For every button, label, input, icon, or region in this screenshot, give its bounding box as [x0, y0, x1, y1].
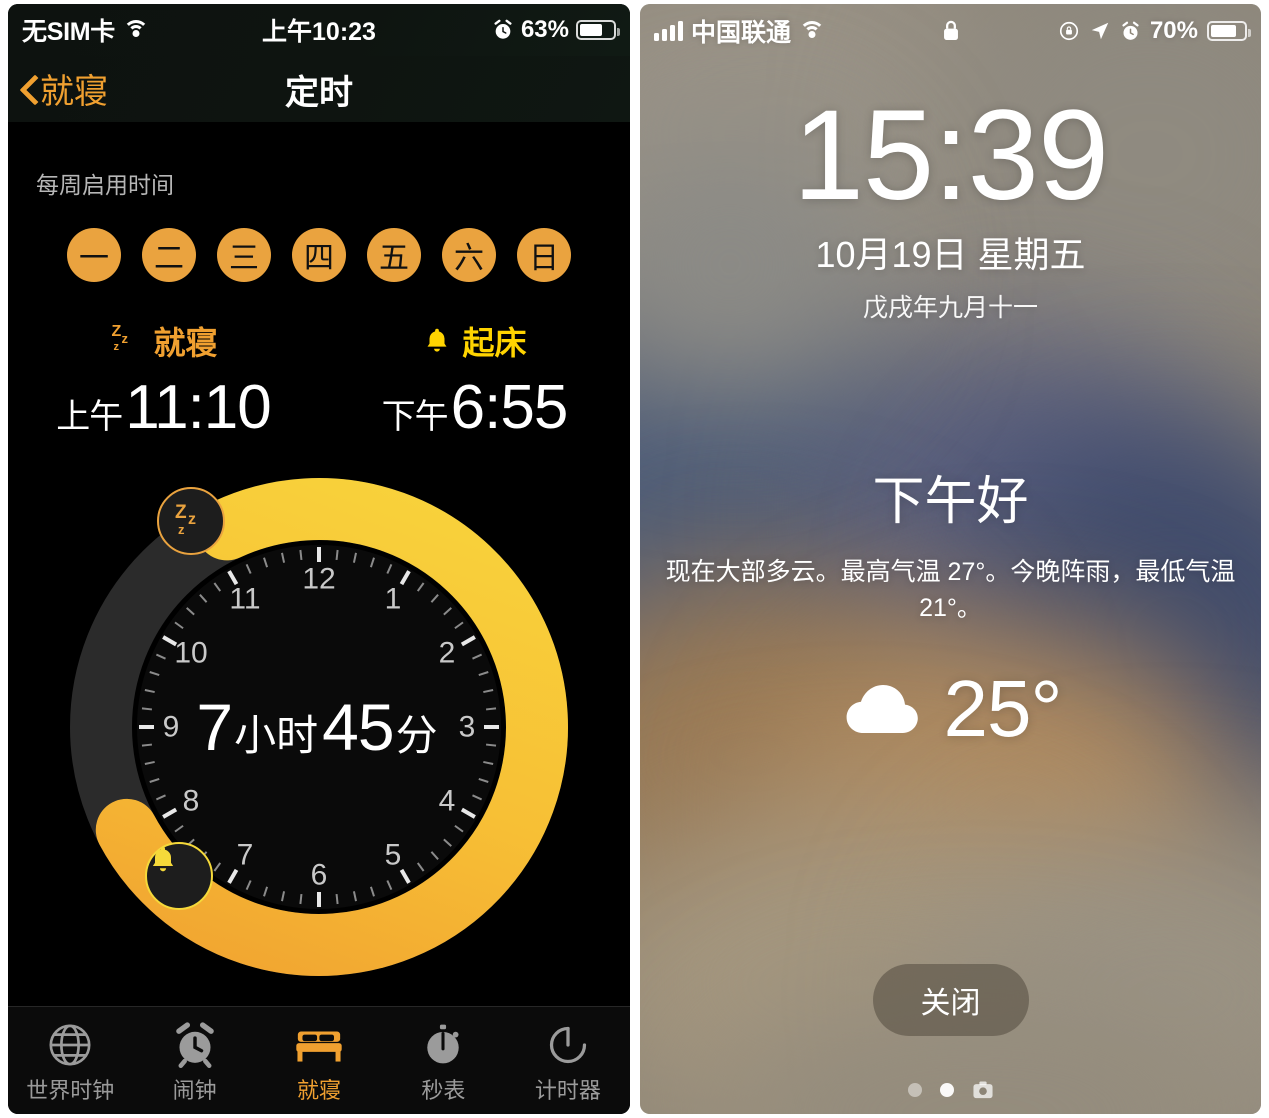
alarm-clock-icon	[132, 1019, 256, 1071]
weather-greeting: 下午好	[872, 473, 1029, 531]
waketime-clock: 6:55	[450, 373, 569, 442]
dial-hour-4: 4	[439, 785, 456, 818]
alarm-icon	[494, 19, 512, 39]
dial-hour-7: 7	[237, 839, 254, 872]
stopwatch-icon	[381, 1019, 505, 1071]
globe-icon	[8, 1019, 132, 1071]
weather-description: 现在大部多云。最高气温 27°。今晚阵雨，最低气温 21°。	[665, 558, 1236, 623]
tab-world-clock-label: 世界时钟	[26, 1078, 115, 1103]
bedtime-body: 每周启用时间 一 二 三 四 五 六 日 Z z z 就寝 上午 11:10 起…	[8, 122, 630, 1002]
tab-stopwatch-label: 秒表	[421, 1078, 466, 1103]
sleep-duration-readout: 7小时45分	[59, 689, 579, 765]
battery-icon	[576, 20, 620, 40]
weekday-toggle-sun[interactable]: 日	[517, 228, 571, 282]
duration-minutes: 45	[322, 690, 394, 764]
sleep-duration-dial[interactable]: 12 1 2 3 4 5 6 7 8 9 10 11 7小时45分 Z z z	[59, 467, 579, 987]
waketime-ampm: 下午	[381, 398, 449, 436]
wake-dial-handle[interactable]	[145, 842, 213, 910]
weekday-toggle-thu[interactable]: 四	[292, 228, 346, 282]
dial-hour-8: 8	[183, 785, 200, 818]
lock-date: 10月19日 星期五	[815, 234, 1086, 275]
tab-alarm[interactable]: 闹钟	[132, 1019, 256, 1105]
waketime-label-row: 起床	[319, 318, 630, 364]
page-indicator	[640, 1080, 1261, 1100]
bedtime-dial-handle[interactable]: Zzz	[157, 487, 225, 555]
duration-hours: 7	[196, 690, 233, 764]
dial-hour-10: 10	[174, 637, 207, 670]
cloud-icon	[846, 684, 918, 733]
page-dot-1[interactable]	[907, 1083, 922, 1097]
ios-lock-screen: 中国联通 70% 15:39 10月19日 星期五 戊戌年九月十一 下午好 现在…	[640, 4, 1261, 1114]
status-bar-right-group: 70%	[1058, 17, 1251, 45]
tab-bedtime[interactable]: 就寝	[257, 1019, 381, 1105]
weekday-toggle-wed[interactable]: 三	[217, 228, 271, 282]
weekday-toggle-tue[interactable]: 二	[142, 228, 196, 282]
bedtime-label: 就寝	[153, 325, 218, 361]
waketime-label: 起床	[462, 325, 527, 361]
time-summary-row: Z z z 就寝 上午 11:10 起床 下午 6:55	[8, 318, 630, 443]
page-dot-2[interactable]	[939, 1083, 954, 1097]
waketime-summary[interactable]: 起床 下午 6:55	[319, 318, 630, 443]
lock-time: 15:39	[792, 84, 1109, 227]
dial-hour-11: 11	[229, 583, 260, 616]
bedtime-summary[interactable]: Z z z 就寝 上午 11:10	[8, 318, 319, 443]
left-status-bar: 无SIM卡 上午10:23 63%	[8, 4, 630, 56]
battery-percent-label: 63%	[520, 16, 569, 43]
right-status-bar: 中国联通 70%	[640, 4, 1261, 58]
bell-handle-icon	[152, 846, 174, 872]
bedtime-clock: 11:10	[125, 373, 272, 442]
duration-minutes-unit: 分	[395, 712, 438, 759]
tab-bedtime-label: 就寝	[297, 1078, 342, 1103]
location-arrow-icon	[1091, 22, 1109, 40]
rotation-lock-icon	[1059, 21, 1079, 41]
bedtime-value: 上午 11:10	[8, 372, 319, 443]
weather-widget: 下午好 现在大部多云。最高气温 27°。今晚阵雨，最低气温 21°。 25°	[640, 459, 1261, 755]
weekday-toggle-fri[interactable]: 五	[367, 228, 421, 282]
left-nav-bar: 就寝 定时	[8, 56, 630, 122]
tab-world-clock[interactable]: 世界时钟	[8, 1019, 132, 1105]
weather-temperature-row: 25°	[662, 663, 1239, 755]
clock-app-bedtime-screen: 无SIM卡 上午10:23 63% 就寝 定时 每周启用时间 一 二 三 四 五…	[8, 4, 630, 1114]
zzz-icon: Z z z	[111, 323, 128, 353]
dial-hour-5: 5	[385, 839, 402, 872]
lock-screen-clock: 15:39 10月19日 星期五 戊戌年九月十一	[640, 92, 1261, 324]
status-bar-right-group: 63%	[492, 16, 620, 44]
clock-tab-bar: 世界时钟 闹钟 就寝 秒表 计时器	[8, 1006, 630, 1114]
close-button[interactable]: 关闭	[872, 964, 1029, 1036]
screenshot-root: 无SIM卡 上午10:23 63% 就寝 定时 每周启用时间 一 二 三 四 五…	[0, 0, 1269, 1118]
weekday-toggle-mon[interactable]: 一	[67, 228, 121, 282]
page-title: 定时	[285, 74, 353, 112]
waketime-value: 下午 6:55	[319, 372, 630, 443]
timer-icon	[506, 1019, 630, 1071]
dial-hour-2: 2	[439, 637, 456, 670]
weather-temp: 25°	[943, 663, 1063, 753]
duration-hours-unit: 小时	[234, 712, 319, 759]
alarm-icon	[1122, 21, 1139, 40]
lock-icon	[943, 20, 958, 40]
dial-hour-1: 1	[385, 583, 402, 616]
bedtime-label-row: Z z z 就寝	[8, 318, 319, 364]
dial-hour-12: 12	[302, 563, 335, 596]
bed-icon	[257, 1019, 381, 1071]
camera-icon[interactable]	[972, 1080, 994, 1100]
tab-timer-label: 计时器	[534, 1078, 601, 1103]
zzz-handle-icon: Zzz	[175, 502, 196, 537]
battery-icon	[1207, 21, 1251, 41]
tab-stopwatch[interactable]: 秒表	[381, 1019, 505, 1105]
battery-percent-label: 70%	[1149, 17, 1198, 44]
dial-hour-6: 6	[311, 859, 328, 892]
lock-lunar-date: 戊戌年九月十一	[862, 294, 1038, 322]
bell-icon	[427, 328, 447, 352]
bedtime-ampm: 上午	[56, 398, 123, 436]
tab-timer[interactable]: 计时器	[506, 1019, 630, 1105]
weekday-toggle-sat[interactable]: 六	[442, 228, 496, 282]
weekday-selector: 一 二 三 四 五 六 日	[8, 228, 630, 282]
weekly-schedule-label: 每周启用时间	[36, 172, 174, 198]
tab-alarm-label: 闹钟	[172, 1078, 217, 1103]
